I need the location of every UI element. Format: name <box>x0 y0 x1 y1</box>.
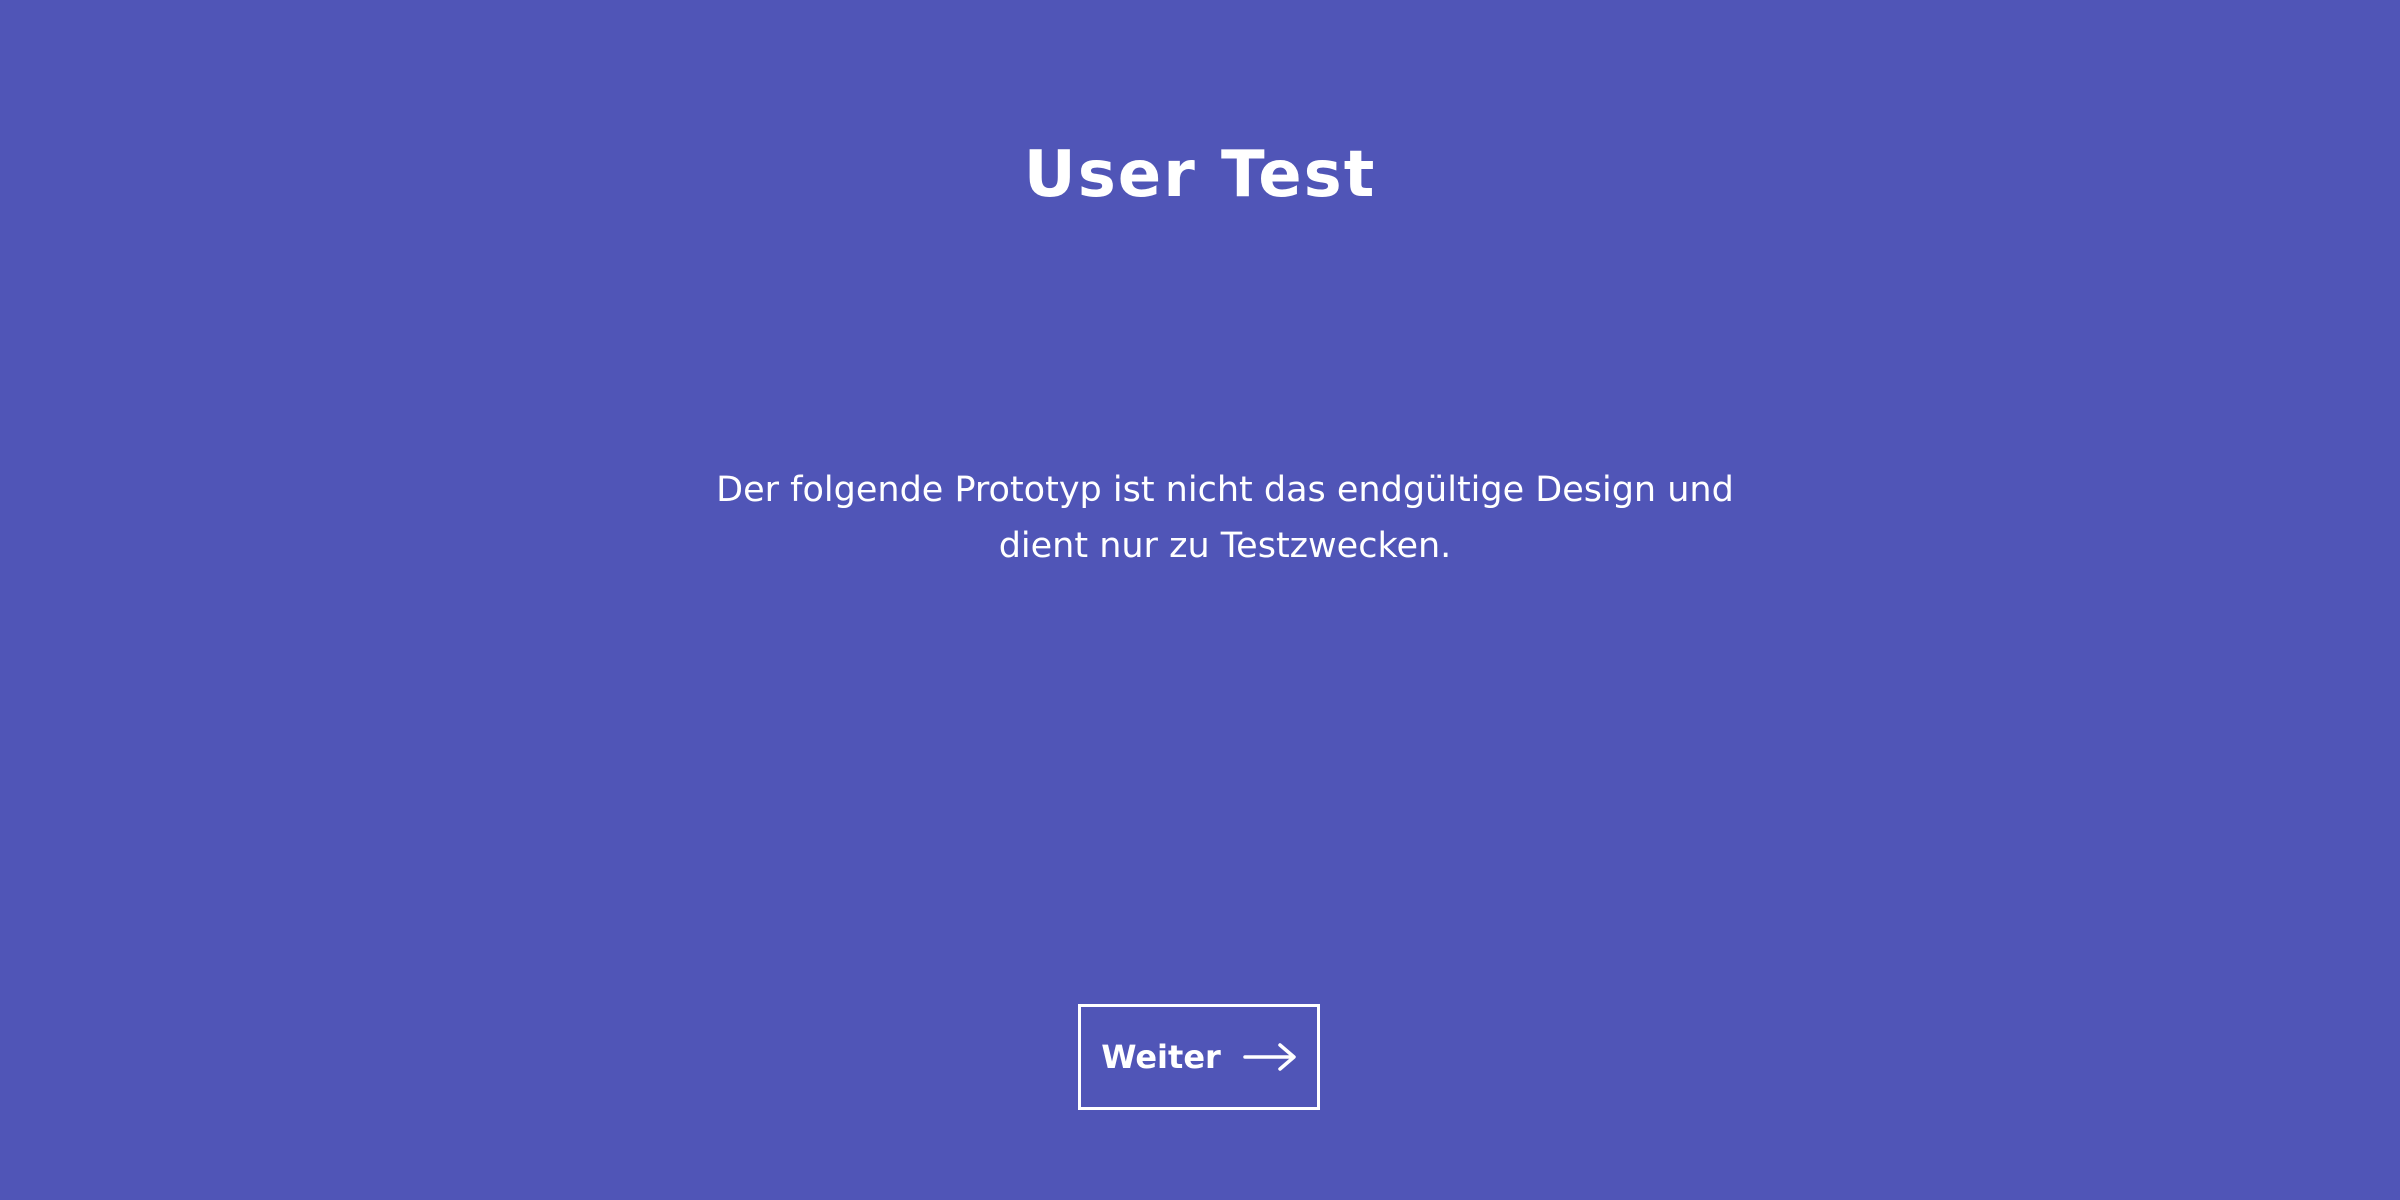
arrow-right-icon <box>1243 1042 1297 1072</box>
next-button-label: Weiter <box>1101 1038 1221 1076</box>
page-title: User Test <box>1023 138 1377 212</box>
next-button[interactable]: Weiter <box>1078 1004 1320 1110</box>
intro-description: Der folgende Prototyp ist nicht das endg… <box>716 470 1734 566</box>
